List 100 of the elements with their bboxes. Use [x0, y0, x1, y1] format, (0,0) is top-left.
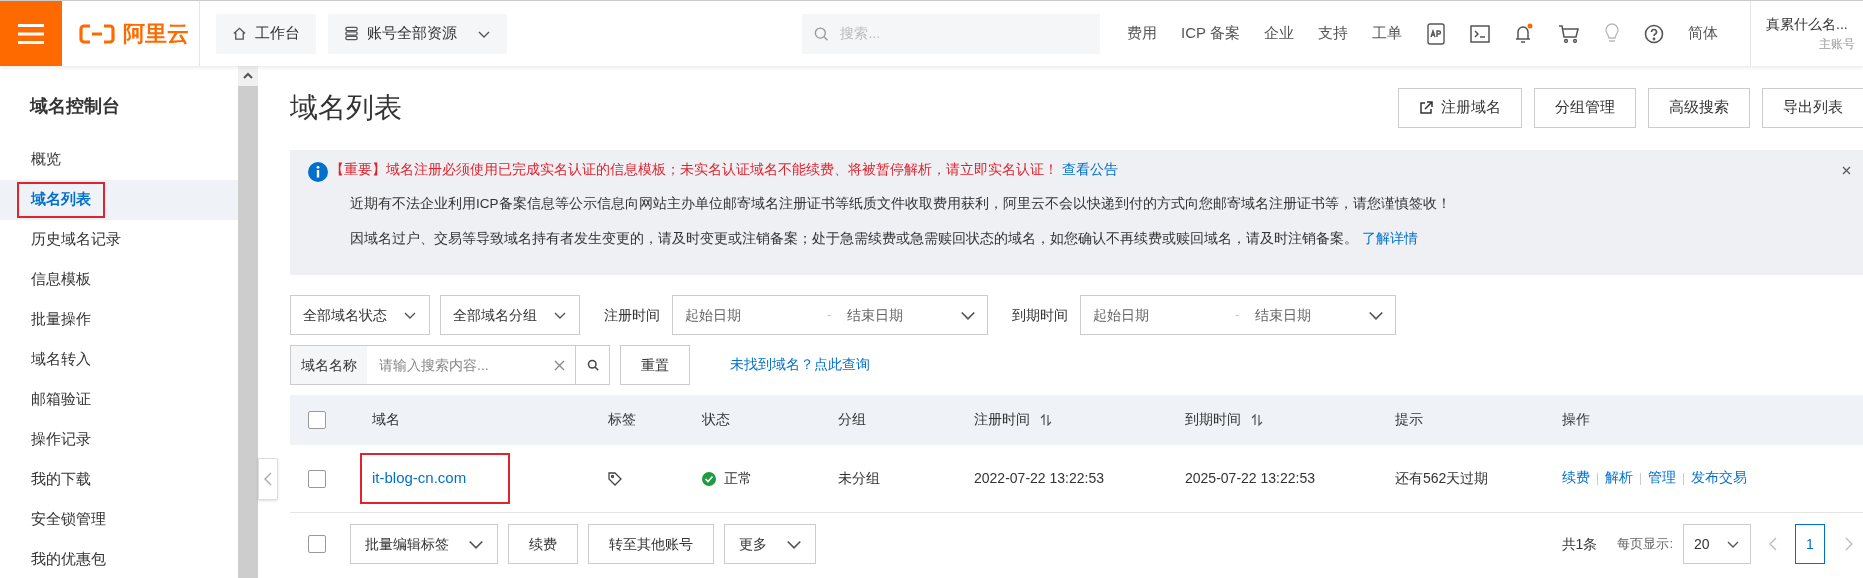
checkbox[interactable] — [308, 411, 326, 429]
app-icon[interactable] — [1425, 22, 1446, 45]
nav-button[interactable]: 账号全部资源 — [328, 13, 507, 54]
language-link[interactable]: 简体 — [1687, 22, 1718, 45]
table-cell-text: 还有562天过期 — [1395, 469, 1490, 488]
top-nav-link[interactable]: 工单 — [1371, 22, 1402, 45]
column-header: 状态 — [702, 410, 730, 429]
view-announcement-link[interactable]: 查看公告 — [1062, 160, 1118, 181]
sidebar-item[interactable]: 邮箱验证 — [0, 380, 238, 420]
header-action-button[interactable]: 注册域名 — [1398, 88, 1522, 128]
sidebar-item[interactable]: 安全锁管理 — [0, 500, 238, 540]
search-input[interactable]: 搜索... — [840, 23, 1088, 44]
sidebar-item[interactable]: 域名转入 — [0, 340, 238, 380]
header-action-button[interactable]: 导出列表 — [1762, 88, 1863, 128]
sidebar-item[interactable]: 操作记录 — [0, 420, 238, 460]
close-icon[interactable] — [1842, 166, 1851, 175]
column-header: 操作 — [1562, 410, 1590, 429]
notice-text: 因域名过户、交易等导致域名持有者发生变更的，请及时变更或注销备案；处于急需续费或急需赎回状态的域名，如您确认不再续费或赎回域名，请及时注销备案。 — [350, 229, 1358, 248]
sidebar-item[interactable]: 历史域名记录 — [0, 220, 238, 260]
terminal-icon[interactable] — [1469, 24, 1490, 43]
sidebar-item[interactable]: 批量操作 — [0, 300, 238, 340]
sidebar-item[interactable]: 信息模板 — [0, 260, 238, 300]
header-action-button[interactable]: 分组管理 — [1534, 88, 1636, 128]
date-range-picker[interactable]: 起始日期 - 结束日期 — [1080, 295, 1396, 335]
highlight-frame: 域名列表 — [17, 182, 105, 218]
domain-search-field[interactable]: 域名名称 请输入搜索内容... — [290, 345, 610, 385]
domain-search-input[interactable]: 请输入搜索内容... — [367, 354, 544, 376]
sidebar-item-label: 信息模板 — [30, 270, 92, 290]
sidebar-item-label: 概览 — [30, 150, 62, 170]
clear-icon[interactable] — [554, 359, 565, 371]
status-text: 正常 — [724, 469, 752, 488]
sidebar-item-label: 历史域名记录 — [30, 230, 122, 250]
logo-icon — [79, 23, 115, 44]
menu-button[interactable] — [0, 1, 62, 66]
reset-button[interactable]: 重置 — [620, 345, 690, 385]
total-count: 共1条 — [1561, 534, 1598, 554]
learn-more-link[interactable]: 了解详情 — [1362, 228, 1418, 249]
filter-select[interactable]: 全部域名分组 — [440, 295, 580, 335]
search-icon — [814, 25, 829, 42]
column-header: 注册时间 — [974, 410, 1030, 429]
stack-icon — [344, 26, 359, 41]
account-type: 主账号 — [1819, 36, 1855, 53]
top-nav-link[interactable]: 企业 — [1263, 22, 1294, 45]
batch-select[interactable]: 批量编辑标签 — [350, 524, 498, 564]
domain-link[interactable]: it-blog-cn.com — [360, 453, 510, 504]
batch-button[interactable]: 续费 — [508, 524, 578, 564]
search-field[interactable]: 搜索... — [802, 13, 1100, 54]
external-link-icon — [1419, 101, 1433, 115]
column-header: 到期时间 — [1185, 410, 1241, 429]
filter-select[interactable]: 全部域名状态 — [290, 295, 430, 335]
column-header: 标签 — [608, 410, 636, 429]
help-icon[interactable] — [1643, 23, 1664, 44]
not-found-link[interactable]: 未找到域名？点此查询 — [730, 354, 870, 376]
top-nav-link[interactable]: ICP 备案 — [1181, 22, 1240, 45]
date-range-label: 到期时间 — [1012, 305, 1068, 325]
table-cell-text: 2022-07-22 13:22:53 — [974, 469, 1105, 488]
checkbox[interactable] — [308, 535, 326, 553]
top-nav-link[interactable]: 费用 — [1127, 22, 1157, 45]
column-header: 提示 — [1395, 410, 1423, 429]
check-circle-icon — [702, 471, 716, 486]
page-size-label: 每页显示: — [1617, 535, 1673, 554]
row-action-link[interactable]: 管理 — [1648, 468, 1676, 489]
page-title: 域名列表 — [290, 91, 402, 125]
date-range-picker[interactable]: 起始日期 - 结束日期 — [672, 295, 988, 335]
sidebar-item[interactable]: 我的下载 — [0, 460, 238, 500]
batch-button[interactable]: 转至其他账号 — [588, 524, 714, 564]
sidebar-item-label: 我的优惠包 — [30, 550, 107, 570]
sort-icon[interactable] — [1040, 414, 1052, 426]
home-icon — [232, 26, 247, 41]
page-button[interactable]: 1 — [1795, 524, 1825, 564]
table-cell-text: 2025-07-22 13:22:53 — [1185, 469, 1316, 488]
sidebar-item-label: 域名转入 — [30, 350, 92, 370]
sidebar-item-label: 邮箱验证 — [30, 390, 92, 410]
header-action-button[interactable]: 高级搜索 — [1648, 88, 1750, 128]
batch-select[interactable]: 更多 — [724, 524, 816, 564]
sidebar-item[interactable]: 域名列表 — [0, 180, 238, 220]
nav-button[interactable]: 工作台 — [216, 13, 316, 54]
row-action-link[interactable]: 解析 — [1605, 468, 1633, 489]
sidebar-item-label: 我的下载 — [30, 470, 92, 490]
sidebar-item[interactable]: 概览 — [0, 140, 238, 180]
bell-icon[interactable] — [1513, 22, 1534, 45]
scrollbar[interactable] — [238, 66, 258, 578]
sidebar-item[interactable]: 我的优惠包 — [0, 540, 238, 578]
scroll-up-icon[interactable] — [243, 72, 253, 80]
row-action-link[interactable]: 发布交易 — [1691, 468, 1747, 489]
tag-icon[interactable] — [608, 471, 622, 486]
sort-icon[interactable] — [1251, 414, 1263, 426]
top-nav-link[interactable]: 支持 — [1317, 22, 1348, 45]
chevron-left-icon — [264, 472, 272, 486]
row-action-link[interactable]: 续费 — [1562, 468, 1590, 489]
page-size-select[interactable]: 20 — [1683, 524, 1751, 564]
table-cell-text: 未分组 — [838, 469, 881, 488]
search-icon[interactable] — [586, 359, 599, 371]
checkbox[interactable] — [308, 469, 326, 488]
cart-icon[interactable] — [1557, 23, 1580, 44]
logo-text: 阿里云 — [123, 20, 189, 48]
date-range-label: 注册时间 — [604, 305, 660, 325]
user-name[interactable]: 真累什么名... — [1766, 14, 1855, 35]
column-header: 分组 — [838, 410, 866, 429]
sidebar-item-label: 批量操作 — [30, 310, 92, 330]
